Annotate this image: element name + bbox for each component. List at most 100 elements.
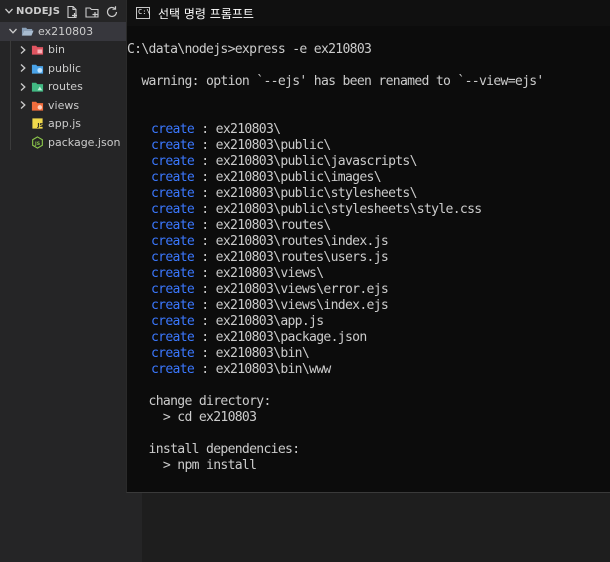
refresh-icon[interactable] (103, 4, 120, 20)
cmd-titlebar[interactable]: C:\ 선택 명령 프롬프트 (127, 0, 610, 26)
install-dependencies-label: install dependencies: (127, 442, 301, 457)
create-keyword: create (151, 346, 195, 361)
created-path: ex210803\public\ (215, 138, 332, 153)
create-line: create : ex210803\views\error.ejs (151, 282, 389, 298)
create-line: create : ex210803\app.js (151, 314, 324, 330)
separator: : (194, 250, 216, 265)
change-directory-label: change directory: (127, 394, 272, 409)
separator: : (194, 154, 216, 169)
separator: : (194, 218, 216, 233)
create-keyword: create (151, 234, 195, 249)
tree-item-label: public (48, 61, 82, 75)
new-folder-icon[interactable] (83, 4, 100, 20)
create-line: create : ex210803\routes\index.js (151, 234, 389, 250)
separator: : (194, 314, 216, 329)
create-line: create : ex210803\routes\users.js (151, 250, 389, 266)
created-path: ex210803\bin\ (215, 346, 310, 361)
explorer-header[interactable]: NODEJS (0, 0, 142, 22)
tree-indent-guide (10, 40, 11, 150)
created-path: ex210803\views\error.ejs (215, 282, 389, 297)
created-path: ex210803\views\index.ejs (215, 298, 389, 313)
create-keyword: create (151, 330, 195, 345)
create-line: create : ex210803\package.json (151, 330, 367, 346)
tree-item-label: views (48, 98, 80, 112)
separator: : (194, 186, 216, 201)
chevron-down-icon[interactable] (2, 3, 16, 19)
create-line: create : ex210803\public\javascripts\ (151, 154, 418, 170)
create-keyword: create (151, 282, 195, 297)
create-line: create : ex210803\views\index.ejs (151, 298, 389, 314)
svg-text:JS: JS (36, 123, 43, 129)
created-path: ex210803\routes\index.js (215, 234, 389, 249)
created-path: ex210803\public\stylesheets\style.css (215, 202, 482, 217)
project-folder-row[interactable]: ex210803 (0, 22, 142, 41)
create-line: create : ex210803\views\ (151, 266, 324, 282)
separator: : (194, 266, 216, 281)
separator: : (194, 170, 216, 185)
created-path: ex210803\public\stylesheets\ (215, 186, 418, 201)
created-path: ex210803\public\javascripts\ (215, 154, 418, 169)
tree-item-label: app.js (48, 117, 81, 131)
create-keyword: create (151, 170, 195, 185)
created-path: ex210803\views\ (215, 266, 324, 281)
public-folder-icon (30, 61, 44, 75)
create-keyword: create (151, 314, 195, 329)
tree-item-label: bin (48, 43, 66, 57)
created-path: ex210803\routes\ (215, 218, 332, 233)
folder-row-views[interactable]: views (0, 96, 142, 115)
npm-install-command: > npm install (127, 458, 257, 473)
views-folder-icon (30, 98, 44, 112)
tree-item-label: package.json (48, 135, 121, 149)
change-directory-command: > cd ex210803 (127, 410, 257, 425)
created-path: ex210803\bin\www (215, 362, 332, 377)
separator: : (194, 330, 216, 345)
window-title: 선택 명령 프롬프트 (158, 6, 254, 21)
chevron-right-icon[interactable] (16, 79, 30, 95)
create-line: create : ex210803\ (151, 122, 281, 138)
create-keyword: create (151, 298, 195, 313)
chevron-right-icon[interactable] (16, 97, 30, 113)
file-row-app-js[interactable]: JS app.js (0, 115, 142, 134)
create-keyword: create (151, 250, 195, 265)
separator: : (194, 122, 216, 137)
separator: : (194, 138, 216, 153)
routes-folder-icon (30, 80, 44, 94)
create-keyword: create (151, 266, 195, 281)
chevron-right-icon[interactable] (16, 42, 30, 58)
chevron-down-icon[interactable] (6, 23, 20, 39)
created-path: ex210803\package.json (215, 330, 368, 345)
command-prompt-window[interactable]: C:\ 선택 명령 프롬프트 C:\data\nodejs>express -e… (126, 0, 610, 493)
create-keyword: create (151, 218, 195, 233)
create-line: create : ex210803\public\ (151, 138, 331, 154)
created-path: ex210803\public\images\ (215, 170, 382, 185)
bin-folder-icon (30, 43, 44, 57)
open-folder-icon (20, 24, 34, 38)
separator: : (194, 346, 216, 361)
file-row-package-json[interactable]: JS package.json (0, 133, 142, 152)
separator: : (194, 234, 216, 249)
chevron-right-icon[interactable] (16, 60, 30, 76)
explorer-actions (63, 4, 120, 20)
create-line: create : ex210803\public\stylesheets\sty… (151, 202, 482, 218)
create-line: create : ex210803\bin\www (151, 362, 331, 378)
create-line: create : ex210803\public\images\ (151, 170, 382, 186)
created-path: ex210803\app.js (215, 314, 324, 329)
create-keyword: create (151, 202, 195, 217)
create-keyword: create (151, 186, 195, 201)
svg-text:JS: JS (33, 141, 39, 147)
cmd-app-icon: C:\ (136, 7, 151, 19)
created-path: ex210803\routes\users.js (215, 250, 389, 265)
explorer-panel: NODEJS ex210803 bin public routes views JS ap… (0, 0, 142, 562)
folder-row-bin[interactable]: bin (0, 41, 142, 60)
workspace-title: NODEJS (16, 5, 61, 17)
folder-row-routes[interactable]: routes (0, 78, 142, 97)
create-line: create : ex210803\routes\ (151, 218, 331, 234)
new-file-icon[interactable] (63, 4, 80, 20)
create-keyword: create (151, 154, 195, 169)
separator: : (194, 202, 216, 217)
javascript-file-icon: JS (30, 117, 44, 131)
separator: : (194, 362, 216, 377)
created-path: ex210803\ (215, 122, 281, 137)
folder-row-public[interactable]: public (0, 59, 142, 78)
warning-line: warning: option `--ejs' has been renamed… (127, 74, 544, 89)
